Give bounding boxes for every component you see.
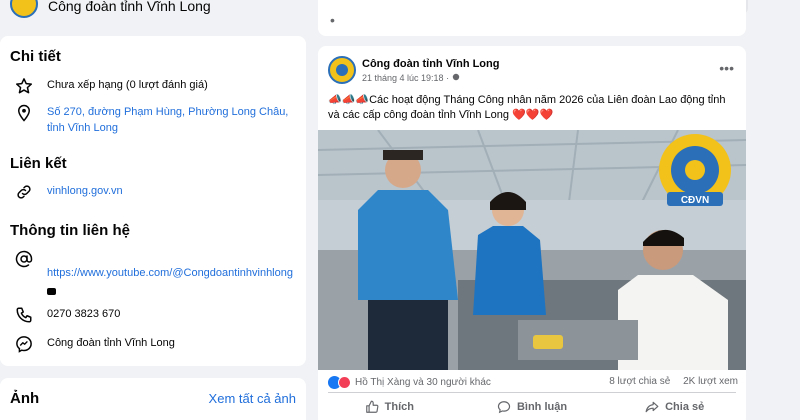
previous-post-more-icon[interactable]: • <box>330 12 335 28</box>
details-card: Chi tiết Chưa xếp hạng (0 lượt đánh giá)… <box>0 36 306 366</box>
rating-text: Chưa xếp hạng (0 lượt đánh giá) <box>47 79 208 91</box>
post-text: 📣📣📣Các hoạt động Tháng Công nhân năm 202… <box>328 94 726 121</box>
globe-icon <box>452 73 459 81</box>
post-divider <box>328 392 736 393</box>
at-sign-icon <box>14 249 34 269</box>
share-button[interactable]: Chia sẻ <box>603 396 746 418</box>
location-pin-icon <box>14 103 34 123</box>
reactions-text: Hồ Thị Xàng và 30 người khác <box>355 377 491 388</box>
post-actions: Thích Bình luận Chia sẻ <box>318 396 746 418</box>
page-title[interactable]: Công đoàn tỉnh Vĩnh Long <box>48 0 211 14</box>
page-logo[interactable] <box>10 0 38 18</box>
post-card: Công đoàn tỉnh Vĩnh Long 21 tháng 4 lúc … <box>318 46 746 420</box>
phone-icon <box>14 305 34 325</box>
link-icon <box>14 182 34 202</box>
photos-card: Ảnh Xem tất cả ảnh <box>0 378 306 420</box>
post-time-text: 21 tháng 4 lúc 19:18 · <box>362 73 452 83</box>
address-link[interactable]: Số 270, đường Phạm Hùng, Phường Long Châ… <box>47 104 299 136</box>
links-title: Liên kết <box>10 155 67 172</box>
youtube-icon <box>47 288 56 295</box>
photos-title: Ảnh <box>10 390 40 407</box>
love-reaction-icon <box>338 376 351 389</box>
details-title: Chi tiết <box>10 48 61 65</box>
comment-icon <box>497 401 511 414</box>
see-all-photos-link[interactable]: Xem tất cả ảnh <box>209 391 296 406</box>
like-button[interactable]: Thích <box>318 396 461 418</box>
logo-lettering: CĐVN <box>681 195 709 206</box>
post-photo[interactable]: CĐVN <box>318 130 746 370</box>
author-avatar[interactable] <box>328 56 356 84</box>
post-author[interactable]: Công đoàn tỉnh Vĩnh Long <box>362 58 499 70</box>
post-counts: 8 lượt chia sẻ 2K lượt xem <box>599 376 738 387</box>
messenger-icon <box>14 334 34 354</box>
like-label: Thích <box>384 401 414 413</box>
comment-label: Bình luận <box>516 401 568 413</box>
share-label: Chia sẻ <box>665 401 705 413</box>
thumbs-up-icon <box>365 400 379 413</box>
messenger-link[interactable]: Công đoàn tỉnh Vĩnh Long <box>47 335 299 351</box>
phone-number[interactable]: 0270 3823 670 <box>47 306 299 322</box>
previous-post <box>318 0 746 36</box>
share-icon <box>645 401 659 413</box>
star-icon <box>14 76 34 96</box>
views-count: 2K lượt xem <box>683 376 738 387</box>
shares-count[interactable]: 8 lượt chia sẻ <box>609 376 670 387</box>
website-link[interactable]: vinhlong.gov.vn <box>47 183 299 199</box>
contact-title: Thông tin liên hệ <box>10 222 130 239</box>
post-more-icon[interactable]: ••• <box>719 60 734 76</box>
comment-button[interactable]: Bình luận <box>461 396 604 418</box>
youtube-link[interactable]: https://www.youtube.com/@Congdoantinhvin… <box>47 265 297 281</box>
reactions-summary[interactable]: Hồ Thị Xàng và 30 người khác <box>328 376 491 389</box>
post-timestamp[interactable]: 21 tháng 4 lúc 19:18 · <box>362 73 460 83</box>
